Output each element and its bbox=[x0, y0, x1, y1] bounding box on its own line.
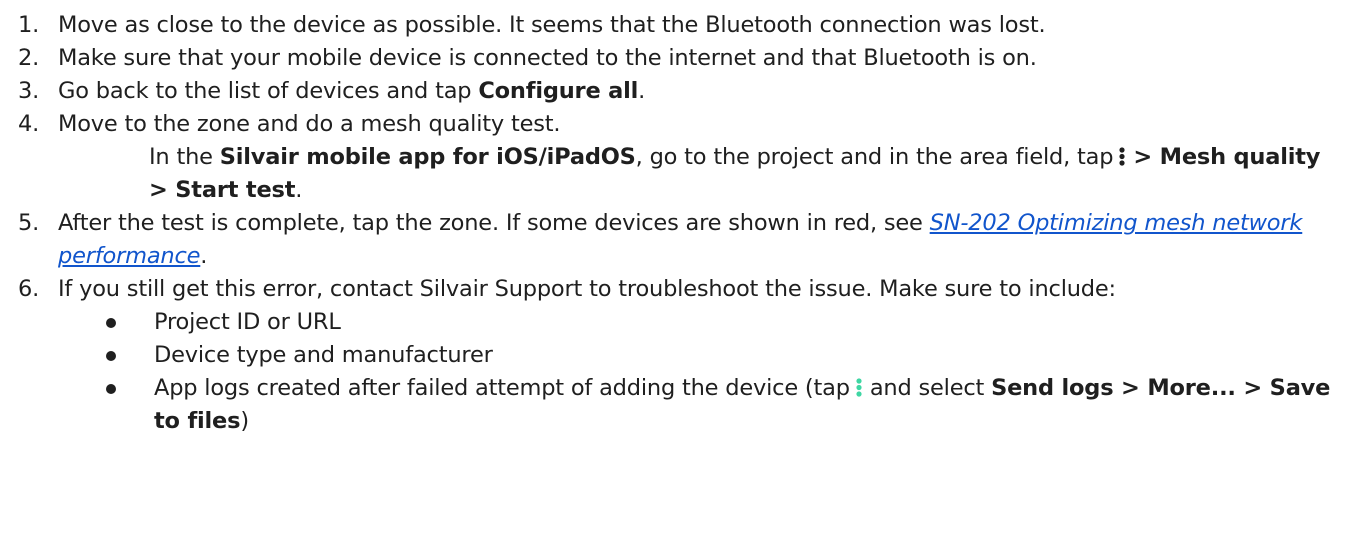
detail-text-mid: , go to the project and in the area fiel… bbox=[635, 144, 1114, 170]
list-item: App logs created after failed attempt of… bbox=[0, 372, 1369, 438]
list-item-text: Device type and manufacturer bbox=[154, 342, 493, 368]
step-4: 4. Move to the zone and do a mesh qualit… bbox=[0, 108, 1369, 141]
include-list: Project ID or URL Device type and manufa… bbox=[0, 306, 1369, 438]
bullet-icon bbox=[106, 318, 116, 328]
list-item: Device type and manufacturer bbox=[0, 339, 1369, 372]
step-3: 3. Go back to the list of devices and ta… bbox=[0, 75, 1369, 108]
list-item-text: Project ID or URL bbox=[154, 309, 341, 335]
step-number: 5. bbox=[18, 210, 40, 236]
troubleshooting-steps: 1. Move as close to the device as possib… bbox=[0, 9, 1369, 438]
step-4-detail: In the Silvair mobile app for iOS/iPadOS… bbox=[0, 141, 1369, 207]
step-number: 4. bbox=[18, 111, 40, 137]
app-name: Silvair mobile app for iOS/iPadOS bbox=[219, 144, 636, 170]
list-item-text-end: ) bbox=[240, 408, 249, 434]
detail-text-end: . bbox=[295, 177, 303, 203]
bullet-icon bbox=[106, 384, 116, 394]
instructions-document: 1. Move as close to the device as possib… bbox=[0, 0, 1369, 548]
kebab-menu-icon bbox=[856, 378, 862, 397]
detail-text: In the bbox=[149, 144, 220, 170]
list-item-text: App logs created after failed attempt of… bbox=[154, 375, 850, 401]
step-text-end: . bbox=[200, 243, 208, 269]
step-1: 1. Move as close to the device as possib… bbox=[0, 9, 1369, 42]
list-item: Project ID or URL bbox=[0, 306, 1369, 339]
step-6: 6. If you still get this error, contact … bbox=[0, 273, 1369, 306]
step-number: 3. bbox=[18, 78, 40, 104]
step-5: 5. After the test is complete, tap the z… bbox=[0, 207, 1369, 273]
kebab-menu-icon bbox=[1119, 147, 1125, 166]
step-text-end: . bbox=[638, 78, 646, 104]
step-text: Make sure that your mobile device is con… bbox=[58, 45, 1037, 71]
step-number: 2. bbox=[18, 45, 40, 71]
list-item-text-mid: and select bbox=[869, 375, 992, 401]
mesh-test-instructions: In the Silvair mobile app for iOS/iPadOS… bbox=[0, 141, 1369, 207]
step-2: 2. Make sure that your mobile device is … bbox=[0, 42, 1369, 75]
step-text: If you still get this error, contact Sil… bbox=[58, 276, 1116, 302]
configure-all-label: Configure all bbox=[478, 78, 639, 104]
include-list-container: Project ID or URL Device type and manufa… bbox=[0, 306, 1369, 438]
step-text: After the test is complete, tap the zone… bbox=[58, 210, 930, 236]
step-text: Go back to the list of devices and tap bbox=[58, 78, 479, 104]
step-number: 1. bbox=[18, 12, 40, 38]
step-text: Move to the zone and do a mesh quality t… bbox=[58, 111, 561, 137]
bullet-icon bbox=[106, 351, 116, 361]
step-text: Move as close to the device as possible.… bbox=[58, 12, 1046, 38]
step-number: 6. bbox=[18, 276, 40, 302]
